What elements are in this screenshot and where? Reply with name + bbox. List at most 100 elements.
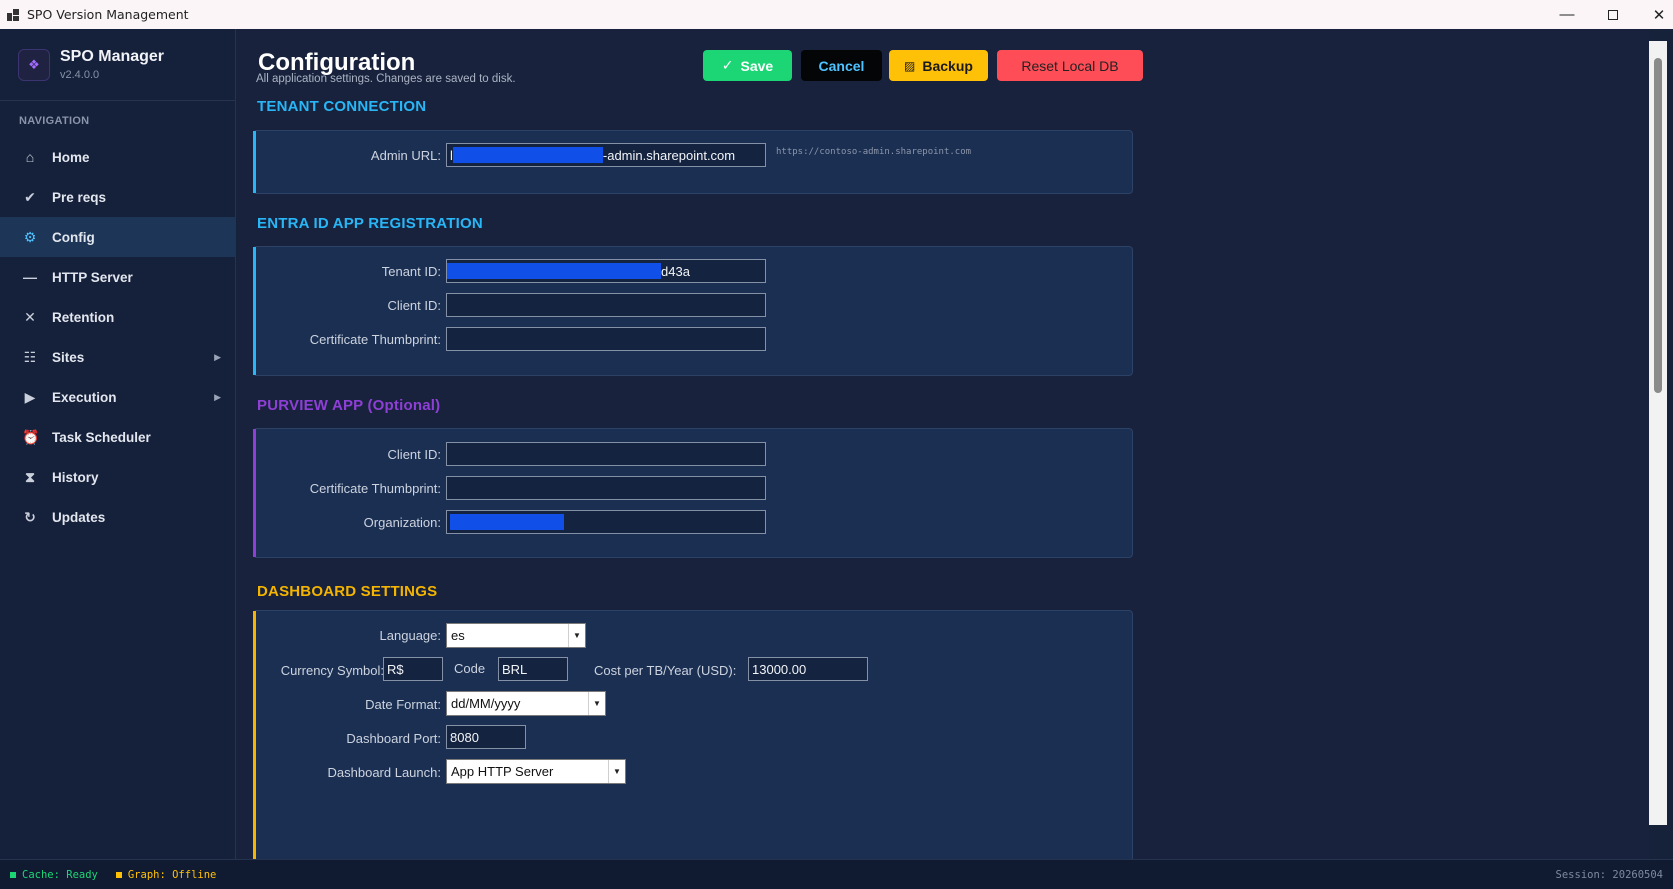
date-format-select[interactable]: dd/MM/yyyy ▼ — [446, 691, 606, 716]
close-icon: ✕ — [1652, 6, 1666, 24]
client-id-label: Client ID: — [387, 298, 441, 313]
sidebar-item-label: Task Scheduler — [52, 429, 151, 445]
reset-local-db-button[interactable]: Reset Local DB — [997, 50, 1143, 81]
sidebar-item-label: Sites — [52, 349, 85, 365]
close-button[interactable]: ✕ — [1636, 0, 1673, 29]
purview-section-title: PURVIEW APP (Optional) — [257, 397, 441, 414]
sidebar-item-task-scheduler[interactable]: ⏰ Task Scheduler — [0, 417, 235, 457]
language-value: es — [451, 628, 465, 643]
cache-status: Cache: Ready — [10, 869, 98, 881]
maximize-icon — [1608, 9, 1618, 20]
redaction-box — [450, 514, 564, 530]
dashboard-launch-label: Dashboard Launch: — [327, 765, 441, 780]
refresh-icon: ↻ — [24, 508, 36, 525]
scrollbar-thumb[interactable] — [1654, 58, 1662, 393]
sidebar-item-execution[interactable]: ▶ Execution ▶ — [0, 377, 235, 417]
entra-card: Tenant ID: d43a Client ID: Certificate T… — [253, 246, 1133, 376]
brand: ❖ SPO Manager v2.4.0.0 — [0, 29, 235, 101]
organization-input[interactable] — [446, 510, 766, 534]
purview-client-id-input[interactable] — [446, 442, 766, 466]
maximize-button[interactable] — [1590, 0, 1636, 29]
cost-per-tb-label: Cost per TB/Year (USD): — [594, 663, 737, 678]
date-format-label: Date Format: — [365, 697, 441, 712]
nav-header: NAVIGATION — [19, 115, 90, 127]
admin-url-label: Admin URL: — [370, 148, 441, 163]
save-button[interactable]: ✓ Save — [703, 50, 792, 81]
sidebar-item-label: Config — [52, 229, 95, 245]
graph-status-text: Graph: Offline — [127, 868, 217, 881]
sidebar-item-label: Retention — [52, 309, 115, 325]
nav-list: ⌂ Home ✔ Pre reqs ⚙ Config — HTTP Server ✕ Retent… — [0, 137, 235, 537]
home-icon: ⌂ — [25, 149, 35, 165]
sidebar-item-http-server[interactable]: — HTTP Server — [0, 257, 235, 297]
sidebar-item-history[interactable]: ⧗ History — [0, 457, 235, 497]
purview-thumbprint-input[interactable] — [446, 476, 766, 500]
sidebar-item-retention[interactable]: ✕ Retention — [0, 297, 235, 337]
currency-code-label: Code — [454, 661, 486, 676]
purview-accent-bar — [253, 429, 256, 557]
currency-symbol-input[interactable]: R$ — [383, 657, 443, 681]
x-icon: ✕ — [24, 308, 36, 325]
cost-per-tb-input[interactable]: 13000.00 — [748, 657, 868, 681]
page-subtitle: All application settings. Changes are sa… — [256, 73, 516, 85]
admin-url-value: -admin.sharepoint.com — [602, 147, 736, 163]
session-id: Session: 20260504 — [1555, 868, 1663, 881]
redaction-box — [452, 147, 603, 163]
sidebar: ❖ SPO Manager v2.4.0.0 NAVIGATION ⌂ Home ✔… — [0, 29, 236, 859]
dashboard-launch-select[interactable]: App HTTP Server ▼ — [446, 759, 626, 784]
sidebar-item-sites[interactable]: ☷ Sites ▶ — [0, 337, 235, 377]
cancel-button[interactable]: Cancel — [801, 50, 882, 81]
tenant-section-title: TENANT CONNECTION — [257, 98, 427, 115]
dashboard-port-input[interactable]: 8080 — [446, 725, 526, 749]
brand-name: SPO Manager — [60, 48, 165, 65]
minimize-button[interactable]: — — [1544, 0, 1590, 29]
dashboard-accent-bar — [253, 611, 256, 859]
dashboard-section-title: DASHBOARD SETTINGS — [257, 583, 438, 600]
tenant-id-input[interactable]: d43a — [446, 259, 766, 283]
purview-thumbprint-label: Certificate Thumbprint: — [309, 481, 441, 496]
certificate-thumbprint-input[interactable] — [446, 327, 766, 351]
sidebar-item-label: Updates — [52, 509, 106, 525]
tenant-id-label: Tenant ID: — [381, 264, 441, 279]
purview-client-id-label: Client ID: — [387, 447, 441, 462]
sidebar-item-label: Pre reqs — [52, 189, 107, 205]
client-id-input[interactable] — [446, 293, 766, 317]
check-icon: ✓ — [721, 57, 734, 73]
check-icon: ✔ — [24, 188, 36, 205]
play-icon: ▶ — [24, 388, 36, 405]
sidebar-item-label: Home — [52, 149, 90, 165]
sidebar-item-home[interactable]: ⌂ Home — [0, 137, 235, 177]
entra-section-title: ENTRA ID APP REGISTRATION — [257, 215, 483, 232]
gear-icon: ⚙ — [23, 228, 37, 245]
language-select[interactable]: es ▼ — [446, 623, 586, 648]
tenant-id-value: d43a — [661, 263, 690, 279]
save-label: Save — [740, 57, 774, 74]
main-content: Configuration All application settings. … — [237, 29, 1649, 859]
chevron-down-icon: ▼ — [588, 692, 605, 715]
cache-status-text: Cache: Ready — [22, 868, 98, 881]
tenant-card: Admin URL: l -admin.sharepoint.com https:… — [253, 130, 1133, 194]
chevron-right-icon: ▶ — [214, 351, 221, 362]
window-title: SPO Version Management — [27, 7, 189, 22]
dashboard-port-label: Dashboard Port: — [346, 731, 441, 746]
date-format-value: dd/MM/yyyy — [451, 696, 521, 711]
sidebar-item-label: Execution — [52, 389, 117, 405]
dashboard-card: Language: es ▼ Currency Symbol: R$ Code … — [253, 610, 1133, 859]
hourglass-icon: ⧗ — [25, 468, 35, 485]
entra-accent-bar — [253, 247, 256, 375]
currency-symbol-label: Currency Symbol: — [280, 663, 384, 678]
chevron-right-icon: ▶ — [214, 391, 221, 402]
sidebar-item-config[interactable]: ⚙ Config — [0, 217, 235, 257]
redaction-box — [447, 263, 661, 279]
currency-code-input[interactable]: BRL — [498, 657, 568, 681]
backup-button[interactable]: ▨ Backup — [889, 50, 988, 81]
sidebar-item-label: History — [52, 469, 99, 485]
alarm-clock-icon: ⏰ — [22, 428, 40, 445]
dashboard-launch-value: App HTTP Server — [451, 764, 554, 779]
sidebar-item-label: HTTP Server — [52, 269, 133, 285]
list-icon: ☷ — [23, 348, 37, 365]
sidebar-item-pre-reqs[interactable]: ✔ Pre reqs — [0, 177, 235, 217]
admin-url-input[interactable]: l -admin.sharepoint.com — [446, 143, 766, 167]
status-bar: Cache: Ready Graph: Offline Session: 202… — [0, 859, 1673, 889]
sidebar-item-updates[interactable]: ↻ Updates — [0, 497, 235, 537]
